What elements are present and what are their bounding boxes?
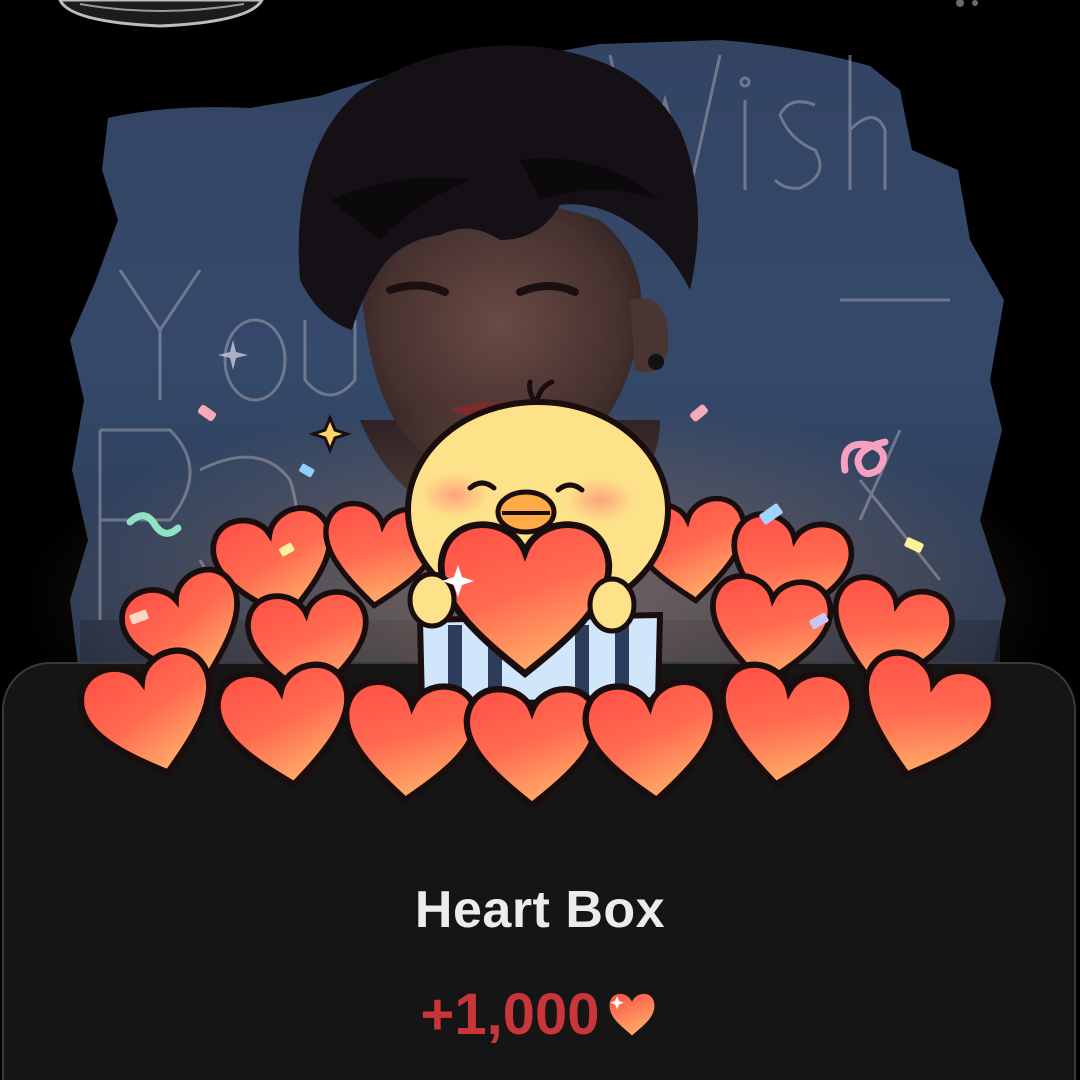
reward-amount-row: +1,000 bbox=[0, 980, 1080, 1050]
heart-icon bbox=[609, 993, 654, 1036]
reward-amount: +1,000 bbox=[420, 982, 600, 1047]
reward-title: Heart Box bbox=[414, 881, 666, 939]
heart-box-reward-screen: Heart Box +1,000 bbox=[0, 0, 1080, 1080]
